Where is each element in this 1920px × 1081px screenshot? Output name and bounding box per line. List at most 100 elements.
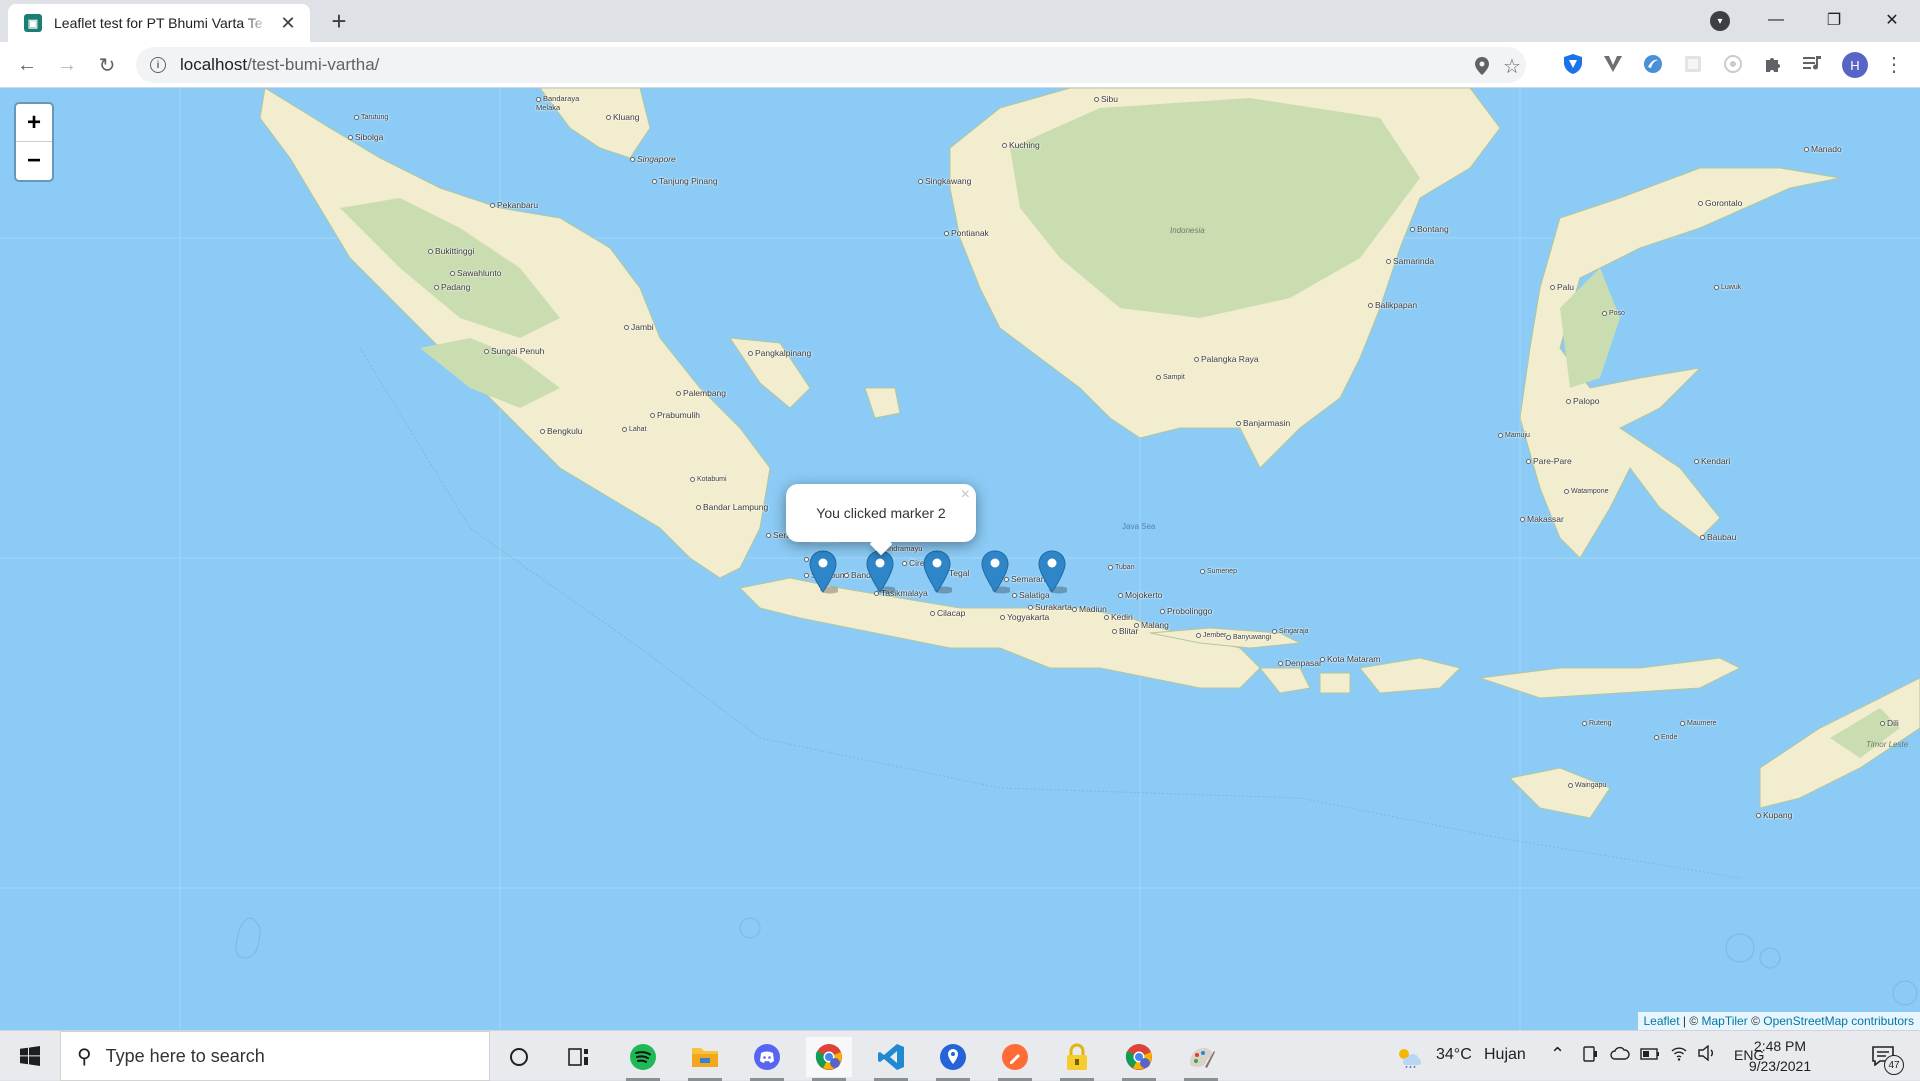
address-bar[interactable]: i localhost/test-bumi-vartha/ ☆ <box>136 47 1526 83</box>
profile-avatar[interactable]: H <box>1842 52 1868 78</box>
region-label: Timor Leste <box>1866 740 1908 749</box>
browser-tab[interactable]: ▣ Leaflet test for PT Bhumi Varta Te ✕ <box>8 4 310 42</box>
shield-extension-icon[interactable] <box>1562 53 1584 75</box>
osm-link[interactable]: OpenStreetMap contributors <box>1763 1014 1914 1028</box>
maps-pin-app-icon[interactable] <box>930 1037 976 1077</box>
reload-icon[interactable]: ↻ <box>92 50 122 80</box>
place-label: Palu <box>1550 282 1574 292</box>
place-label: Banyuwangi <box>1226 634 1271 641</box>
url-path: /test-bumi-vartha/ <box>247 55 379 74</box>
site-info-icon[interactable]: i <box>150 57 166 73</box>
zoom-control: + − <box>14 102 54 182</box>
zoom-in-button[interactable]: + <box>16 104 52 142</box>
place-label: Samarinda <box>1386 256 1434 266</box>
place-label: Mojokerto <box>1118 590 1162 600</box>
marker-2[interactable] <box>865 550 895 594</box>
place-label: Yogyakarta <box>1000 612 1049 622</box>
chrome-profile-icon[interactable] <box>1116 1037 1162 1077</box>
swirl-extension-icon[interactable] <box>1642 53 1664 75</box>
paint-icon[interactable] <box>1178 1037 1224 1077</box>
wifi-icon[interactable] <box>1670 1045 1688 1066</box>
marker-5[interactable] <box>1037 550 1067 594</box>
marker-4[interactable] <box>980 550 1010 594</box>
place-label: Maumere <box>1680 720 1717 727</box>
place-label: Surakarta <box>1028 602 1072 612</box>
taskbar-search-box[interactable]: ⚲ Type here to search <box>60 1031 490 1081</box>
notification-count-badge: 47 <box>1884 1055 1904 1075</box>
forward-arrow-icon[interactable]: → <box>52 50 82 80</box>
bookmark-star-icon[interactable]: ☆ <box>1502 56 1522 76</box>
place-label: Kupang <box>1756 810 1792 820</box>
v-extension-icon[interactable] <box>1602 53 1624 75</box>
tab-favicon-icon: ▣ <box>24 14 42 32</box>
location-pin-icon[interactable] <box>1472 56 1492 76</box>
place-label: Manado <box>1804 144 1842 154</box>
chevron-up-icon[interactable]: ⌃ <box>1550 1044 1565 1065</box>
cortana-icon[interactable] <box>496 1037 542 1077</box>
weather-temperature[interactable]: 34°C <box>1436 1046 1472 1064</box>
place-label: Bandar Lampung <box>696 502 768 512</box>
map-attribution: Leaflet | © MapTiler © OpenStreetMap con… <box>1638 1012 1920 1030</box>
task-view-icon[interactable] <box>556 1037 602 1077</box>
vpn-lock-icon[interactable] <box>1054 1037 1100 1077</box>
place-label: Lahat <box>622 426 647 433</box>
weather-rain-icon[interactable] <box>1388 1037 1428 1077</box>
onedrive-cloud-icon[interactable] <box>1610 1046 1630 1065</box>
place-label: Probolinggo <box>1160 606 1212 616</box>
weather-condition[interactable]: Hujan <box>1484 1046 1526 1064</box>
place-label: Bukittinggi <box>428 246 474 256</box>
grid-extension-icon[interactable] <box>1682 53 1704 75</box>
attribution-separator: | © <box>1680 1014 1702 1028</box>
place-label: Kediri <box>1104 612 1133 622</box>
maptiler-link[interactable]: MapTiler <box>1702 1014 1748 1028</box>
tab-close-icon[interactable]: ✕ <box>278 13 298 34</box>
place-label: Ende <box>1654 734 1677 741</box>
new-tab-icon[interactable]: + <box>325 8 353 34</box>
place-label: Pare-Pare <box>1526 456 1572 466</box>
place-label: Cilacap <box>930 608 965 618</box>
place-label: Bandaraya Melaka <box>536 94 579 112</box>
puzzle-extensions-icon[interactable] <box>1762 53 1784 75</box>
place-label: Sibu <box>1094 94 1118 104</box>
window-close-icon[interactable]: ✕ <box>1864 0 1920 40</box>
back-arrow-icon[interactable]: ← <box>12 50 42 80</box>
marker-1[interactable] <box>808 550 838 594</box>
zoom-out-button[interactable]: − <box>16 142 52 180</box>
place-label: Gorontalo <box>1698 198 1742 208</box>
region-label: Indonesia <box>1170 226 1205 235</box>
place-label: Bontang <box>1410 224 1449 234</box>
leaflet-map[interactable]: Bandaraya Melaka Kluang Sibolga Tarutung… <box>0 88 1920 1030</box>
browser-tab-strip: ▣ Leaflet test for PT Bhumi Varta Te ✕ +… <box>0 0 1920 42</box>
place-label: Luwuk <box>1714 284 1741 291</box>
meet-now-icon[interactable] <box>1582 1045 1598 1068</box>
system-clock[interactable]: 2:48 PM 9/23/2021 <box>1740 1036 1820 1076</box>
windows-start-icon[interactable] <box>0 1031 60 1081</box>
minimize-icon[interactable]: — <box>1748 0 1804 40</box>
restore-icon[interactable]: ❐ <box>1806 0 1862 40</box>
chrome-icon[interactable] <box>806 1037 852 1077</box>
spotify-icon[interactable] <box>620 1037 666 1077</box>
place-label: Singapore <box>630 154 676 164</box>
place-label: Balikpapan <box>1368 300 1417 310</box>
volume-icon[interactable] <box>1698 1045 1716 1066</box>
file-explorer-icon[interactable] <box>682 1037 728 1077</box>
notification-center-icon[interactable]: 47 <box>1868 1041 1898 1071</box>
place-label: Tanjung Pinang <box>652 176 718 186</box>
browser-menu-icon[interactable]: ⋮ <box>1884 52 1904 78</box>
search-placeholder: Type here to search <box>106 1046 265 1067</box>
vscode-icon[interactable] <box>868 1037 914 1077</box>
tab-search-icon[interactable]: ▾ <box>1710 11 1730 31</box>
place-label: Kota Mataram <box>1320 654 1380 664</box>
place-label: Pontianak <box>944 228 989 238</box>
discord-icon[interactable] <box>744 1037 790 1077</box>
place-label: Sungai Penuh <box>484 346 544 356</box>
place-label: Makassar <box>1520 514 1564 524</box>
camera-extension-icon[interactable] <box>1722 53 1744 75</box>
leaflet-link[interactable]: Leaflet <box>1644 1014 1680 1028</box>
popup-close-icon[interactable]: × <box>961 486 970 504</box>
search-icon: ⚲ <box>77 1044 92 1069</box>
battery-icon[interactable] <box>1640 1047 1660 1065</box>
postman-icon[interactable] <box>992 1037 1038 1077</box>
marker-3[interactable] <box>922 550 952 594</box>
media-control-icon[interactable] <box>1802 53 1824 75</box>
